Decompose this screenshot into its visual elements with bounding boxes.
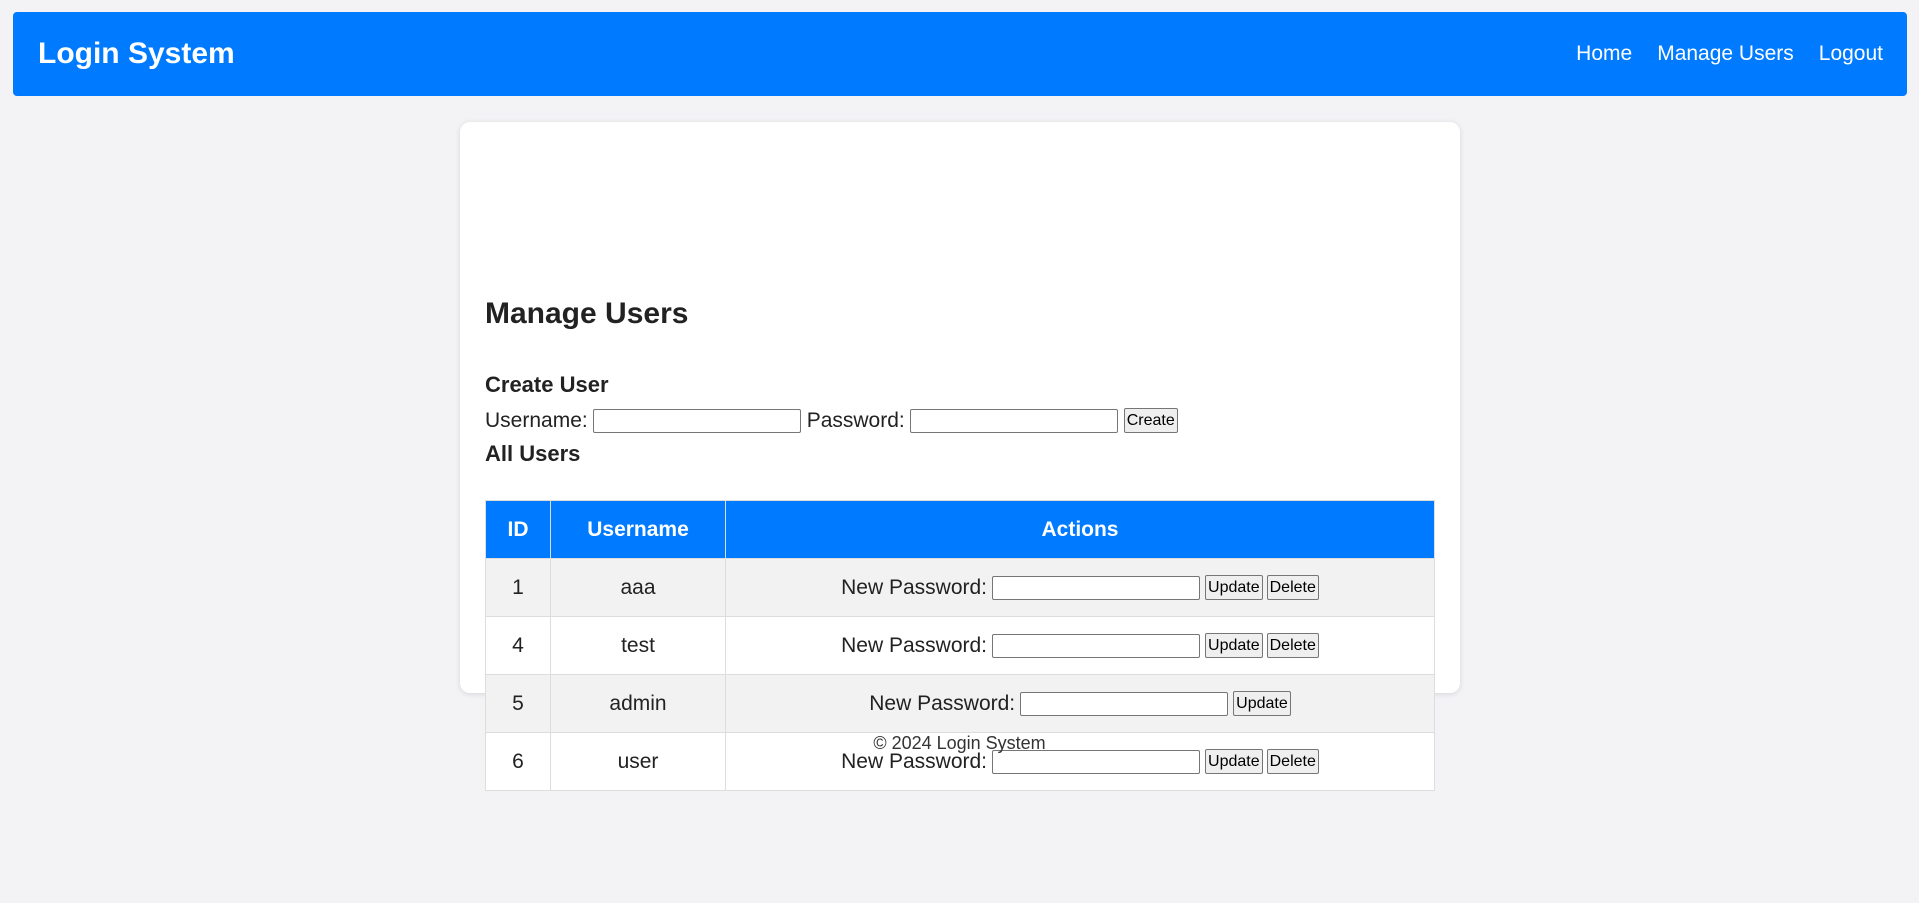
create-user-heading: Create User (485, 372, 609, 397)
update-button[interactable]: Update (1205, 575, 1263, 600)
username-cell: admin (550, 674, 726, 733)
username-input[interactable] (592, 408, 801, 433)
user-id-cell: 1 (485, 558, 551, 617)
new-password-input[interactable] (1020, 691, 1229, 716)
new-password-input[interactable] (992, 575, 1201, 600)
create-button[interactable]: Create (1123, 408, 1178, 433)
actions-cell: New Password: Update Delete (725, 558, 1435, 617)
column-header-actions: Actions (725, 500, 1435, 559)
username-label: Username: (485, 408, 588, 432)
user-id-cell: 5 (485, 674, 551, 733)
table-row: 4 test New Password: Update Delete (485, 616, 1435, 675)
table-row: 5 admin New Password: Update (485, 674, 1435, 733)
nav-link-logout[interactable]: Logout (1819, 42, 1883, 66)
password-input[interactable] (909, 408, 1118, 433)
manage-users-card: Manage Users Create User Username: Passw… (460, 122, 1460, 791)
nav-link-manage-users[interactable]: Manage Users (1657, 42, 1794, 66)
username-cell: aaa (550, 558, 726, 617)
nav-link-home[interactable]: Home (1576, 42, 1632, 66)
new-password-input[interactable] (992, 633, 1201, 658)
user-id-cell: 4 (485, 616, 551, 675)
new-password-label: New Password: (869, 691, 1016, 715)
password-label: Password: (806, 408, 905, 432)
column-header-id: ID (485, 500, 551, 559)
delete-button[interactable]: Delete (1266, 633, 1319, 658)
table-header-row: ID Username Actions (485, 500, 1435, 559)
actions-cell: New Password: Update Delete (725, 616, 1435, 675)
page-title: Manage Users (485, 297, 689, 330)
new-password-label: New Password: (841, 575, 988, 599)
update-button[interactable]: Update (1233, 691, 1291, 716)
top-navbar: Login System Home Manage Users Logout (13, 12, 1907, 96)
column-header-username: Username (550, 500, 726, 559)
actions-cell: New Password: Update (725, 674, 1435, 733)
all-users-heading: All Users (485, 441, 581, 466)
nav-links: Home Manage Users Logout (1576, 42, 1883, 66)
username-cell: test (550, 616, 726, 675)
update-button[interactable]: Update (1205, 633, 1263, 658)
brand-title: Login System (38, 37, 235, 70)
table-row: 1 aaa New Password: Update Delete (485, 558, 1435, 617)
footer-copyright: © 2024 Login System (873, 733, 1046, 753)
new-password-label: New Password: (841, 633, 988, 657)
delete-button[interactable]: Delete (1266, 575, 1319, 600)
create-user-form: Username: Password: Create (485, 408, 1178, 433)
